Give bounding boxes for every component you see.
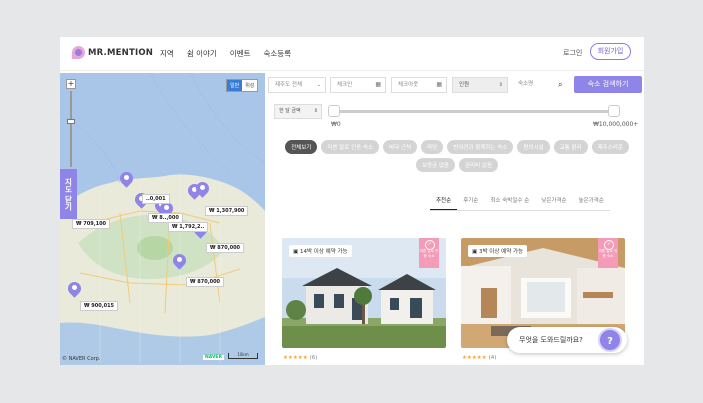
map-panel[interactable]: 일반 위성 + 지도 닫기 ₩ 709,100 ₩ 1,307,900 ₩ 8.… bbox=[60, 73, 265, 365]
chevron-updown-icon: ⇕ bbox=[313, 108, 318, 114]
chip-jeju-style[interactable]: 제주스러운 bbox=[591, 140, 629, 154]
min-stay-text: 3박 이상 예약 가능 bbox=[478, 249, 524, 255]
chip-all[interactable]: 전체보기 bbox=[285, 140, 318, 154]
calendar-icon: ▣ bbox=[472, 249, 479, 255]
map-pin[interactable] bbox=[196, 182, 209, 199]
map-price-label[interactable]: ₩ 870,000 bbox=[186, 277, 225, 287]
nav-events[interactable]: 이벤트 bbox=[230, 48, 251, 59]
search-lodging-button[interactable]: 숙소 검색하기 bbox=[574, 76, 642, 93]
sort-recommended[interactable]: 추천순 bbox=[430, 196, 458, 210]
map-type-satellite[interactable]: 위성 bbox=[242, 80, 257, 91]
chip-no-maintenance-fee[interactable]: 관리비 없음 bbox=[459, 158, 499, 172]
sort-price-high[interactable]: 높은가격순 bbox=[573, 196, 610, 210]
review-count: (6) bbox=[309, 355, 318, 361]
chip-amenities[interactable]: 편의시설 bbox=[517, 140, 550, 154]
search-icon[interactable]: ⌕ bbox=[558, 80, 562, 90]
guests-select[interactable]: 인원 ⇕ bbox=[452, 77, 508, 93]
map-pin[interactable] bbox=[120, 172, 133, 189]
zoom-slider[interactable] bbox=[67, 91, 75, 167]
zoom-in-button[interactable]: + bbox=[66, 79, 76, 89]
map-price-label[interactable]: ₩ 870,000 bbox=[206, 243, 245, 253]
sort-tabs: 추천순 후기순 최소 숙박일수 순 낮은가격순 높은가격순 bbox=[430, 196, 610, 211]
guests-select-value: 인원 bbox=[459, 82, 470, 88]
review-count: (4) bbox=[488, 355, 497, 361]
rating: ★★★★★ (6) bbox=[283, 355, 317, 361]
price-period-select[interactable]: 한 달 금액 ⇕ bbox=[274, 104, 322, 119]
chevron-down-icon: ⇕ bbox=[498, 82, 503, 88]
price-range-max-label: ₩10,000,000+ bbox=[593, 121, 639, 128]
chip-transport[interactable]: 교통 편리 bbox=[553, 140, 588, 154]
price-range-min-handle[interactable] bbox=[328, 105, 340, 117]
chip-yard[interactable]: 마당 bbox=[421, 140, 444, 154]
rating: ★★★★★ (4) bbox=[462, 355, 496, 361]
price-range-max-handle[interactable] bbox=[608, 105, 620, 117]
certified-ribbon: 미쁜 말로 인증 숙소 bbox=[598, 238, 618, 268]
map-copyright: © NAVER Corp. bbox=[62, 356, 101, 362]
main-nav: 지역 쉼 이야기 이벤트 숙소등록 bbox=[160, 48, 291, 59]
min-stay-text: 14박 이상 예약 가능 bbox=[299, 249, 348, 255]
help-chat-button[interactable]: ? bbox=[598, 328, 622, 352]
signup-button[interactable]: 회원가입 bbox=[590, 43, 631, 60]
chip-near-sea[interactable]: 바다 근처 bbox=[383, 140, 418, 154]
map-pin[interactable] bbox=[173, 254, 186, 271]
map-price-label[interactable]: ₩ 1,792,2.. bbox=[168, 222, 209, 232]
map-price-label[interactable]: ₩ 709,100 bbox=[72, 219, 111, 229]
close-map-button[interactable]: 지도 닫기 bbox=[60, 169, 77, 219]
site-header: MR.MENTION 지역 쉼 이야기 이벤트 숙소등록 로그인 회원가입 bbox=[60, 37, 644, 71]
logo-text: MR.MENTION bbox=[88, 47, 154, 58]
chevron-down-icon: ⌄ bbox=[316, 82, 321, 88]
rating-stars: ★★★★★ bbox=[462, 355, 487, 361]
nav-region[interactable]: 지역 bbox=[160, 48, 174, 59]
chip-pet-friendly[interactable]: 반려견과 함께하는 숙소 bbox=[447, 140, 514, 154]
sort-reviews[interactable]: 후기순 bbox=[457, 196, 484, 210]
region-select-value: 제주도 전체 bbox=[275, 82, 303, 88]
login-link[interactable]: 로그인 bbox=[563, 48, 582, 58]
zoom-control: + bbox=[66, 79, 76, 179]
checkout-input[interactable]: 체크아웃 ▦ bbox=[391, 77, 447, 93]
calendar-icon: ▣ bbox=[293, 249, 300, 255]
sort-min-nights[interactable]: 최소 숙박일수 순 bbox=[484, 196, 535, 210]
price-range-track[interactable] bbox=[334, 110, 618, 113]
nav-register-lodging[interactable]: 숙소등록 bbox=[264, 48, 292, 59]
rating-stars: ★★★★★ bbox=[283, 355, 308, 361]
map-pin[interactable] bbox=[68, 282, 81, 299]
naver-logo: NAVER bbox=[203, 355, 224, 360]
map-scale-bar: 10km bbox=[228, 353, 258, 359]
min-stay-badge: ▣ 14박 이상 예약 가능 bbox=[289, 245, 352, 257]
price-period-value: 한 달 금액 bbox=[279, 108, 301, 114]
price-range-min-label: ₩0 bbox=[331, 121, 341, 128]
checkin-placeholder: 체크인 bbox=[337, 82, 353, 88]
logo[interactable]: MR.MENTION bbox=[72, 46, 153, 59]
map-price-label[interactable]: ₩ 1,307,900 bbox=[205, 206, 249, 216]
sort-price-low[interactable]: 낮은가격순 bbox=[535, 196, 572, 210]
lodging-card[interactable]: ▣ 14박 이상 예약 가능 미쁜 말로 인증 숙소 bbox=[282, 238, 446, 348]
map-type-normal[interactable]: 일반 bbox=[227, 80, 243, 91]
chip-no-deposit[interactable]: 보증금 없음 bbox=[415, 158, 455, 172]
checkout-placeholder: 체크아웃 bbox=[398, 82, 419, 88]
filter-chips: 전체보기 미쁜 말로 인증 숙소 바다 근처 마당 반려견과 함께하는 숙소 편… bbox=[282, 140, 632, 172]
map-type-toggle: 일반 위성 bbox=[226, 79, 259, 92]
map-price-label[interactable]: ..0,001 bbox=[142, 194, 170, 204]
nav-stories[interactable]: 쉼 이야기 bbox=[187, 48, 217, 59]
checkin-input[interactable]: 체크인 ▦ bbox=[330, 77, 386, 93]
certified-ribbon: 미쁜 말로 인증 숙소 bbox=[419, 238, 439, 268]
lodging-search-placeholder: 숙소명 bbox=[518, 81, 534, 87]
logo-icon bbox=[72, 46, 85, 59]
page: MR.MENTION 지역 쉼 이야기 이벤트 숙소등록 로그인 회원가입 일반… bbox=[60, 37, 644, 365]
min-stay-badge: ▣ 3박 이상 예약 가능 bbox=[468, 245, 528, 257]
chip-certified[interactable]: 미쁜 말로 인증 숙소 bbox=[321, 140, 380, 154]
map-price-label[interactable]: ₩ 900,015 bbox=[80, 301, 119, 311]
region-select[interactable]: 제주도 전체 ⌄ bbox=[268, 77, 326, 93]
calendar-icon: ▦ bbox=[375, 81, 381, 88]
calendar-icon: ▦ bbox=[436, 81, 442, 88]
zoom-slider-knob[interactable] bbox=[67, 119, 75, 124]
